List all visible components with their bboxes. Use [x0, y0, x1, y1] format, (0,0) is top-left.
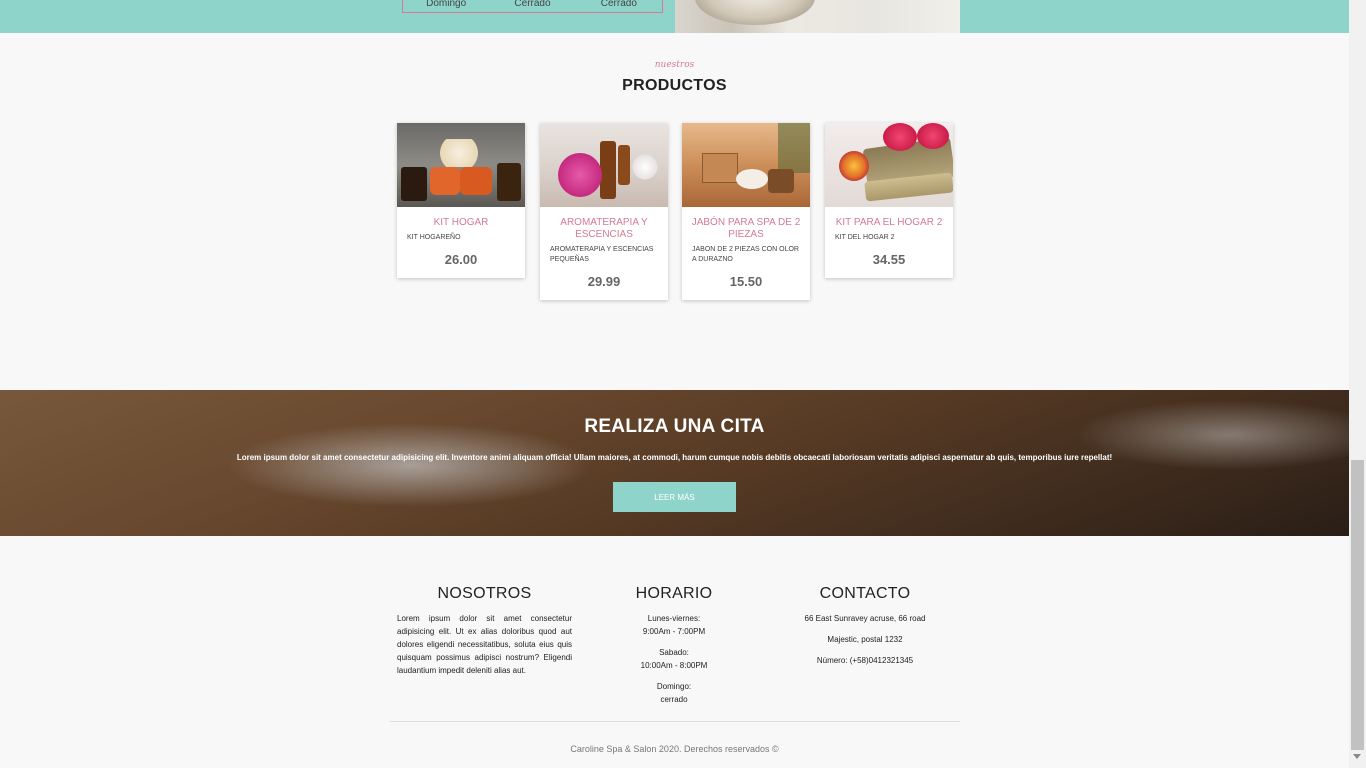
product-name[interactable]: KIT HOGAR [397, 207, 525, 229]
sunday-time: cerrado [660, 695, 688, 704]
product-name[interactable]: AROMATERAPIA Y ESCENCIAS [540, 207, 668, 241]
appointment-title: REALIZA UNA CITA [584, 416, 765, 437]
footer-divider [390, 721, 960, 722]
hours-evening: Cerrado [600, 0, 637, 9]
footer-hours-title: HORARIO [635, 585, 713, 602]
product-card[interactable]: AROMATERAPIA Y ESCENCIAS AROMATERAPIA Y … [540, 123, 668, 300]
product-description: JABON DE 2 PIEZAS CON OLOR A DURAZNO [692, 246, 799, 263]
contact-city: Majestic, postal 1232 [827, 635, 903, 644]
product-price: 15.50 [729, 274, 763, 289]
product-image[interactable] [682, 123, 810, 207]
weekdays-time: 9:00Am - 7:00PM [642, 627, 706, 636]
products-title: PRODUCTOS [622, 77, 727, 94]
footer-about-text: Lorem ipsum dolor sit amet consectetur a… [397, 614, 572, 675]
hours-band: Domingo Cerrado Cerrado [0, 0, 1349, 33]
spa-stones-image [675, 0, 960, 33]
saturday-time: 10:00Am - 8:00PM [640, 661, 708, 670]
product-price: 29.99 [587, 274, 621, 289]
page-scrollbar[interactable] [1349, 0, 1366, 768]
appointment-text: Lorem ipsum dolor sit amet consectetur a… [236, 453, 1113, 462]
product-image[interactable] [540, 123, 668, 207]
copyright: Caroline Spa & Salon 2020. Derechos rese… [570, 744, 779, 754]
appointment-banner-image [0, 390, 1349, 536]
footer-contact: 66 East Sunravey acruse, 66 road Majesti… [770, 612, 960, 675]
product-card[interactable]: JABÓN PARA SPA DE 2 PIEZAS JABON DE 2 PI… [682, 123, 810, 300]
product-name[interactable]: JABÓN PARA SPA DE 2 PIEZAS [682, 207, 810, 241]
hours-row: Domingo Cerrado Cerrado [402, 0, 663, 13]
products-eyebrow: nuestros [654, 60, 695, 70]
product-price: 34.55 [872, 252, 906, 267]
read-more-button[interactable]: LEER MÁS [613, 482, 736, 512]
saturday-label: Sabado: [659, 648, 689, 657]
footer-about-title: NOSOTROS [437, 585, 532, 602]
product-description: AROMATERAPIA Y ESCENCIAS PEQUEÑAS [550, 246, 654, 263]
product-card[interactable]: KIT PARA EL HOGAR 2 KIT DEL HOGAR 2 34.5… [825, 123, 953, 278]
weekdays-label: Lunes-viernes: [647, 614, 701, 623]
product-image[interactable] [397, 123, 525, 207]
product-name[interactable]: KIT PARA EL HOGAR 2 [825, 207, 953, 229]
product-price: 26.00 [444, 252, 478, 267]
product-image[interactable] [825, 123, 953, 207]
hours-morning: Cerrado [514, 0, 551, 9]
footer-hours: Lunes-viernes: 9:00Am - 7:00PM Sabado: 1… [614, 612, 734, 714]
product-description: KIT DEL HOGAR 2 [835, 234, 895, 241]
scrollbar-thumb[interactable] [1351, 460, 1364, 750]
hours-day: Domingo [426, 0, 467, 9]
product-description: KIT HOGAREÑO [407, 234, 461, 241]
sunday-label: Domingo: [656, 682, 692, 691]
scroll-down-arrow-icon[interactable] [1353, 754, 1361, 759]
contact-phone: Número: (+58)0412321345 [816, 656, 914, 665]
contact-address: 66 East Sunravey acruse, 66 road [804, 614, 926, 623]
product-card[interactable]: KIT HOGAR KIT HOGAREÑO 26.00 [397, 123, 525, 278]
footer-contact-title: CONTACTO [819, 585, 911, 602]
